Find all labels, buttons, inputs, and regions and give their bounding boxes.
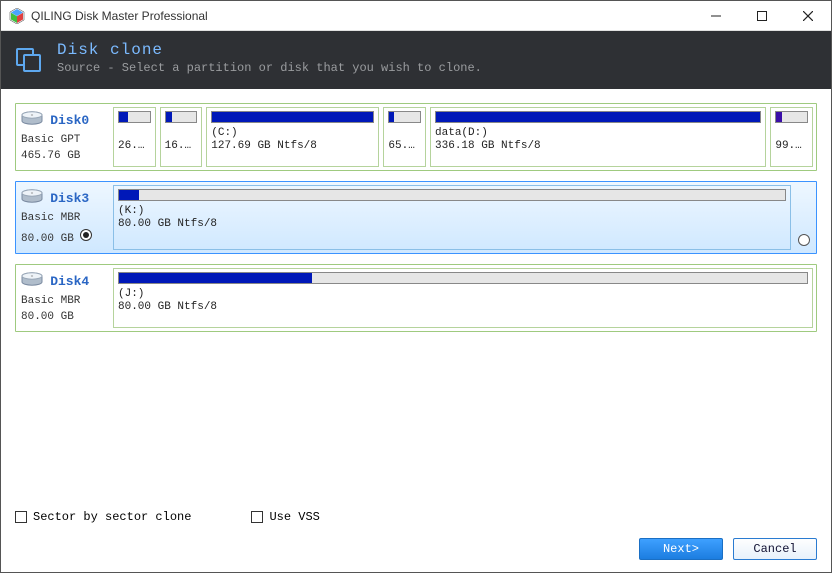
page-title: Disk clone — [57, 41, 482, 59]
checkbox-box — [15, 511, 27, 523]
partition-select-radio[interactable] — [795, 185, 813, 250]
partition-usage-bar — [775, 111, 808, 123]
partition-label: (K:) — [118, 205, 786, 218]
partition-list: (K:) 80.00 GB Ntfs/8 — [113, 185, 791, 250]
minimize-button[interactable] — [693, 1, 739, 30]
partition-label: (C:) — [211, 127, 374, 140]
partition-label — [775, 127, 808, 140]
partition[interactable]: 99... — [770, 107, 813, 167]
disk-head: Disk0 Basic GPT 465.76 GB — [19, 107, 109, 167]
partition-usage-bar — [118, 272, 808, 284]
disk-size: 465.76 GB — [21, 149, 109, 163]
partition[interactable]: 26... — [113, 107, 156, 167]
footer: Next> Cancel — [1, 530, 831, 572]
sector-by-sector-checkbox[interactable]: Sector by sector clone — [15, 510, 191, 524]
checkbox-label: Use VSS — [269, 510, 319, 524]
partition-label — [118, 127, 151, 140]
partition-list: 26... 16... (C:) 127.69 GB Ntfs/8 65... … — [113, 107, 813, 167]
app-window: QILING Disk Master Professional Disk clo… — [0, 0, 832, 573]
partition-size: 80.00 GB Ntfs/8 — [118, 301, 808, 314]
disk-icon — [21, 111, 43, 131]
disk-head: Disk3 Basic MBR 80.00 GB — [19, 185, 109, 250]
partition-size: 26... — [118, 140, 151, 153]
disk-row[interactable]: Disk3 Basic MBR 80.00 GB (K:) 80.00 GB N… — [15, 181, 817, 254]
page-subtitle: Source - Select a partition or disk that… — [57, 61, 482, 75]
partition-size: 99... — [775, 140, 808, 153]
cancel-button[interactable]: Cancel — [733, 538, 817, 560]
disk-scheme: Basic MBR — [21, 294, 109, 308]
page-header: Disk clone Source - Select a partition o… — [1, 31, 831, 89]
disk-name: Disk0 — [50, 113, 89, 128]
partition[interactable]: 16... — [160, 107, 203, 167]
partition-label — [165, 127, 198, 140]
use-vss-checkbox[interactable]: Use VSS — [251, 510, 319, 524]
maximize-button[interactable] — [739, 1, 785, 30]
close-button[interactable] — [785, 1, 831, 30]
partition-label: data(D:) — [435, 127, 761, 140]
window-controls — [693, 1, 831, 30]
title-bar: QILING Disk Master Professional — [1, 1, 831, 31]
next-button[interactable]: Next> — [639, 538, 723, 560]
disk-name: Disk4 — [50, 274, 89, 289]
partition-usage-bar — [118, 111, 151, 123]
disk-select-radio[interactable] — [80, 229, 92, 246]
checkbox-label: Sector by sector clone — [33, 510, 191, 524]
disk-icon — [21, 272, 43, 292]
app-icon — [9, 8, 25, 24]
disk-head: Disk4 Basic MBR 80.00 GB — [19, 268, 109, 328]
partition-size: 80.00 GB Ntfs/8 — [118, 218, 786, 231]
partition[interactable]: data(D:) 336.18 GB Ntfs/8 — [430, 107, 766, 167]
partition-size: 336.18 GB Ntfs/8 — [435, 140, 761, 153]
window-title: QILING Disk Master Professional — [31, 9, 208, 23]
partition-usage-bar — [118, 189, 786, 201]
disk-size: 80.00 GB — [21, 310, 109, 324]
disk-row[interactable]: Disk4 Basic MBR 80.00 GB (J:) 80.00 GB N… — [15, 264, 817, 332]
disk-list: Disk0 Basic GPT 465.76 GB 26... 16... (C… — [1, 89, 831, 504]
partition-list: (J:) 80.00 GB Ntfs/8 — [113, 268, 813, 328]
partition-usage-bar — [165, 111, 198, 123]
partition-size: 65... — [388, 140, 421, 153]
partition-usage-bar — [211, 111, 374, 123]
partition-size: 127.69 GB Ntfs/8 — [211, 140, 374, 153]
partition[interactable]: 65... — [383, 107, 426, 167]
partition-label: (J:) — [118, 288, 808, 301]
partition-label — [388, 127, 421, 140]
disk-row[interactable]: Disk0 Basic GPT 465.76 GB 26... 16... (C… — [15, 103, 817, 171]
disk-scheme: Basic GPT — [21, 133, 109, 147]
partition[interactable]: (J:) 80.00 GB Ntfs/8 — [113, 268, 813, 328]
disk-name: Disk3 — [50, 191, 89, 206]
partition[interactable]: (K:) 80.00 GB Ntfs/8 — [113, 185, 791, 250]
disk-icon — [21, 189, 43, 209]
options-row: Sector by sector clone Use VSS — [1, 504, 831, 530]
partition-usage-bar — [388, 111, 421, 123]
partition-size: 16... — [165, 140, 198, 153]
checkbox-box — [251, 511, 263, 523]
disk-size: 80.00 GB — [21, 227, 109, 246]
partition[interactable]: (C:) 127.69 GB Ntfs/8 — [206, 107, 379, 167]
partition-usage-bar — [435, 111, 761, 123]
disk-scheme: Basic MBR — [21, 211, 109, 225]
disk-clone-icon — [15, 45, 43, 73]
